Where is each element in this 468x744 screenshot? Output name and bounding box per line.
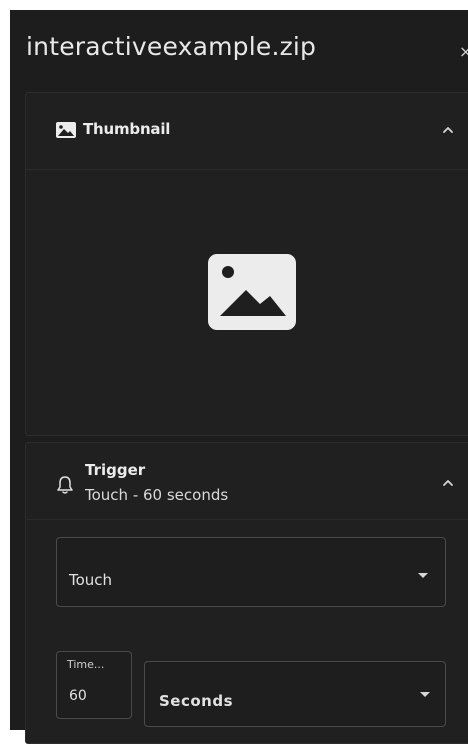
dropdown-arrow-icon <box>418 573 428 578</box>
trigger-section-header[interactable]: Trigger Touch - 60 seconds <box>26 443 468 520</box>
thumbnail-section-header[interactable]: Thumbnail <box>26 93 468 170</box>
thumbnail-section-label: Thumbnail <box>83 120 171 138</box>
chevron-up-icon[interactable] <box>441 476 455 490</box>
trigger-summary: Touch - 60 seconds <box>85 486 229 504</box>
trigger-type-value: Touch <box>69 571 113 589</box>
time-unit-select[interactable]: Seconds <box>144 661 446 727</box>
thumbnail-section: Thumbnail <box>25 92 468 436</box>
panel-title: interactiveexample.zip <box>26 32 317 61</box>
file-details-panel: interactiveexample.zip × Thumbnail Trigg… <box>10 10 468 744</box>
bell-icon <box>57 476 73 494</box>
time-input[interactable]: Time... 60 <box>56 651 132 719</box>
close-icon: × <box>459 42 468 61</box>
image-icon <box>56 122 76 138</box>
panel-header: interactiveexample.zip × <box>10 10 468 90</box>
time-input-label: Time... <box>67 658 105 671</box>
time-unit-value: Seconds <box>159 692 234 710</box>
trigger-type-select[interactable]: Touch <box>56 537 446 607</box>
dropdown-arrow-icon <box>420 692 430 697</box>
close-button[interactable]: × <box>459 44 468 60</box>
trigger-section: Trigger Touch - 60 seconds Touch Time...… <box>25 442 468 744</box>
chevron-up-icon[interactable] <box>441 123 455 137</box>
image-placeholder-icon <box>208 254 296 330</box>
thumbnail-preview <box>26 170 468 435</box>
trigger-section-label: Trigger <box>85 461 146 479</box>
time-input-value: 60 <box>69 688 87 704</box>
